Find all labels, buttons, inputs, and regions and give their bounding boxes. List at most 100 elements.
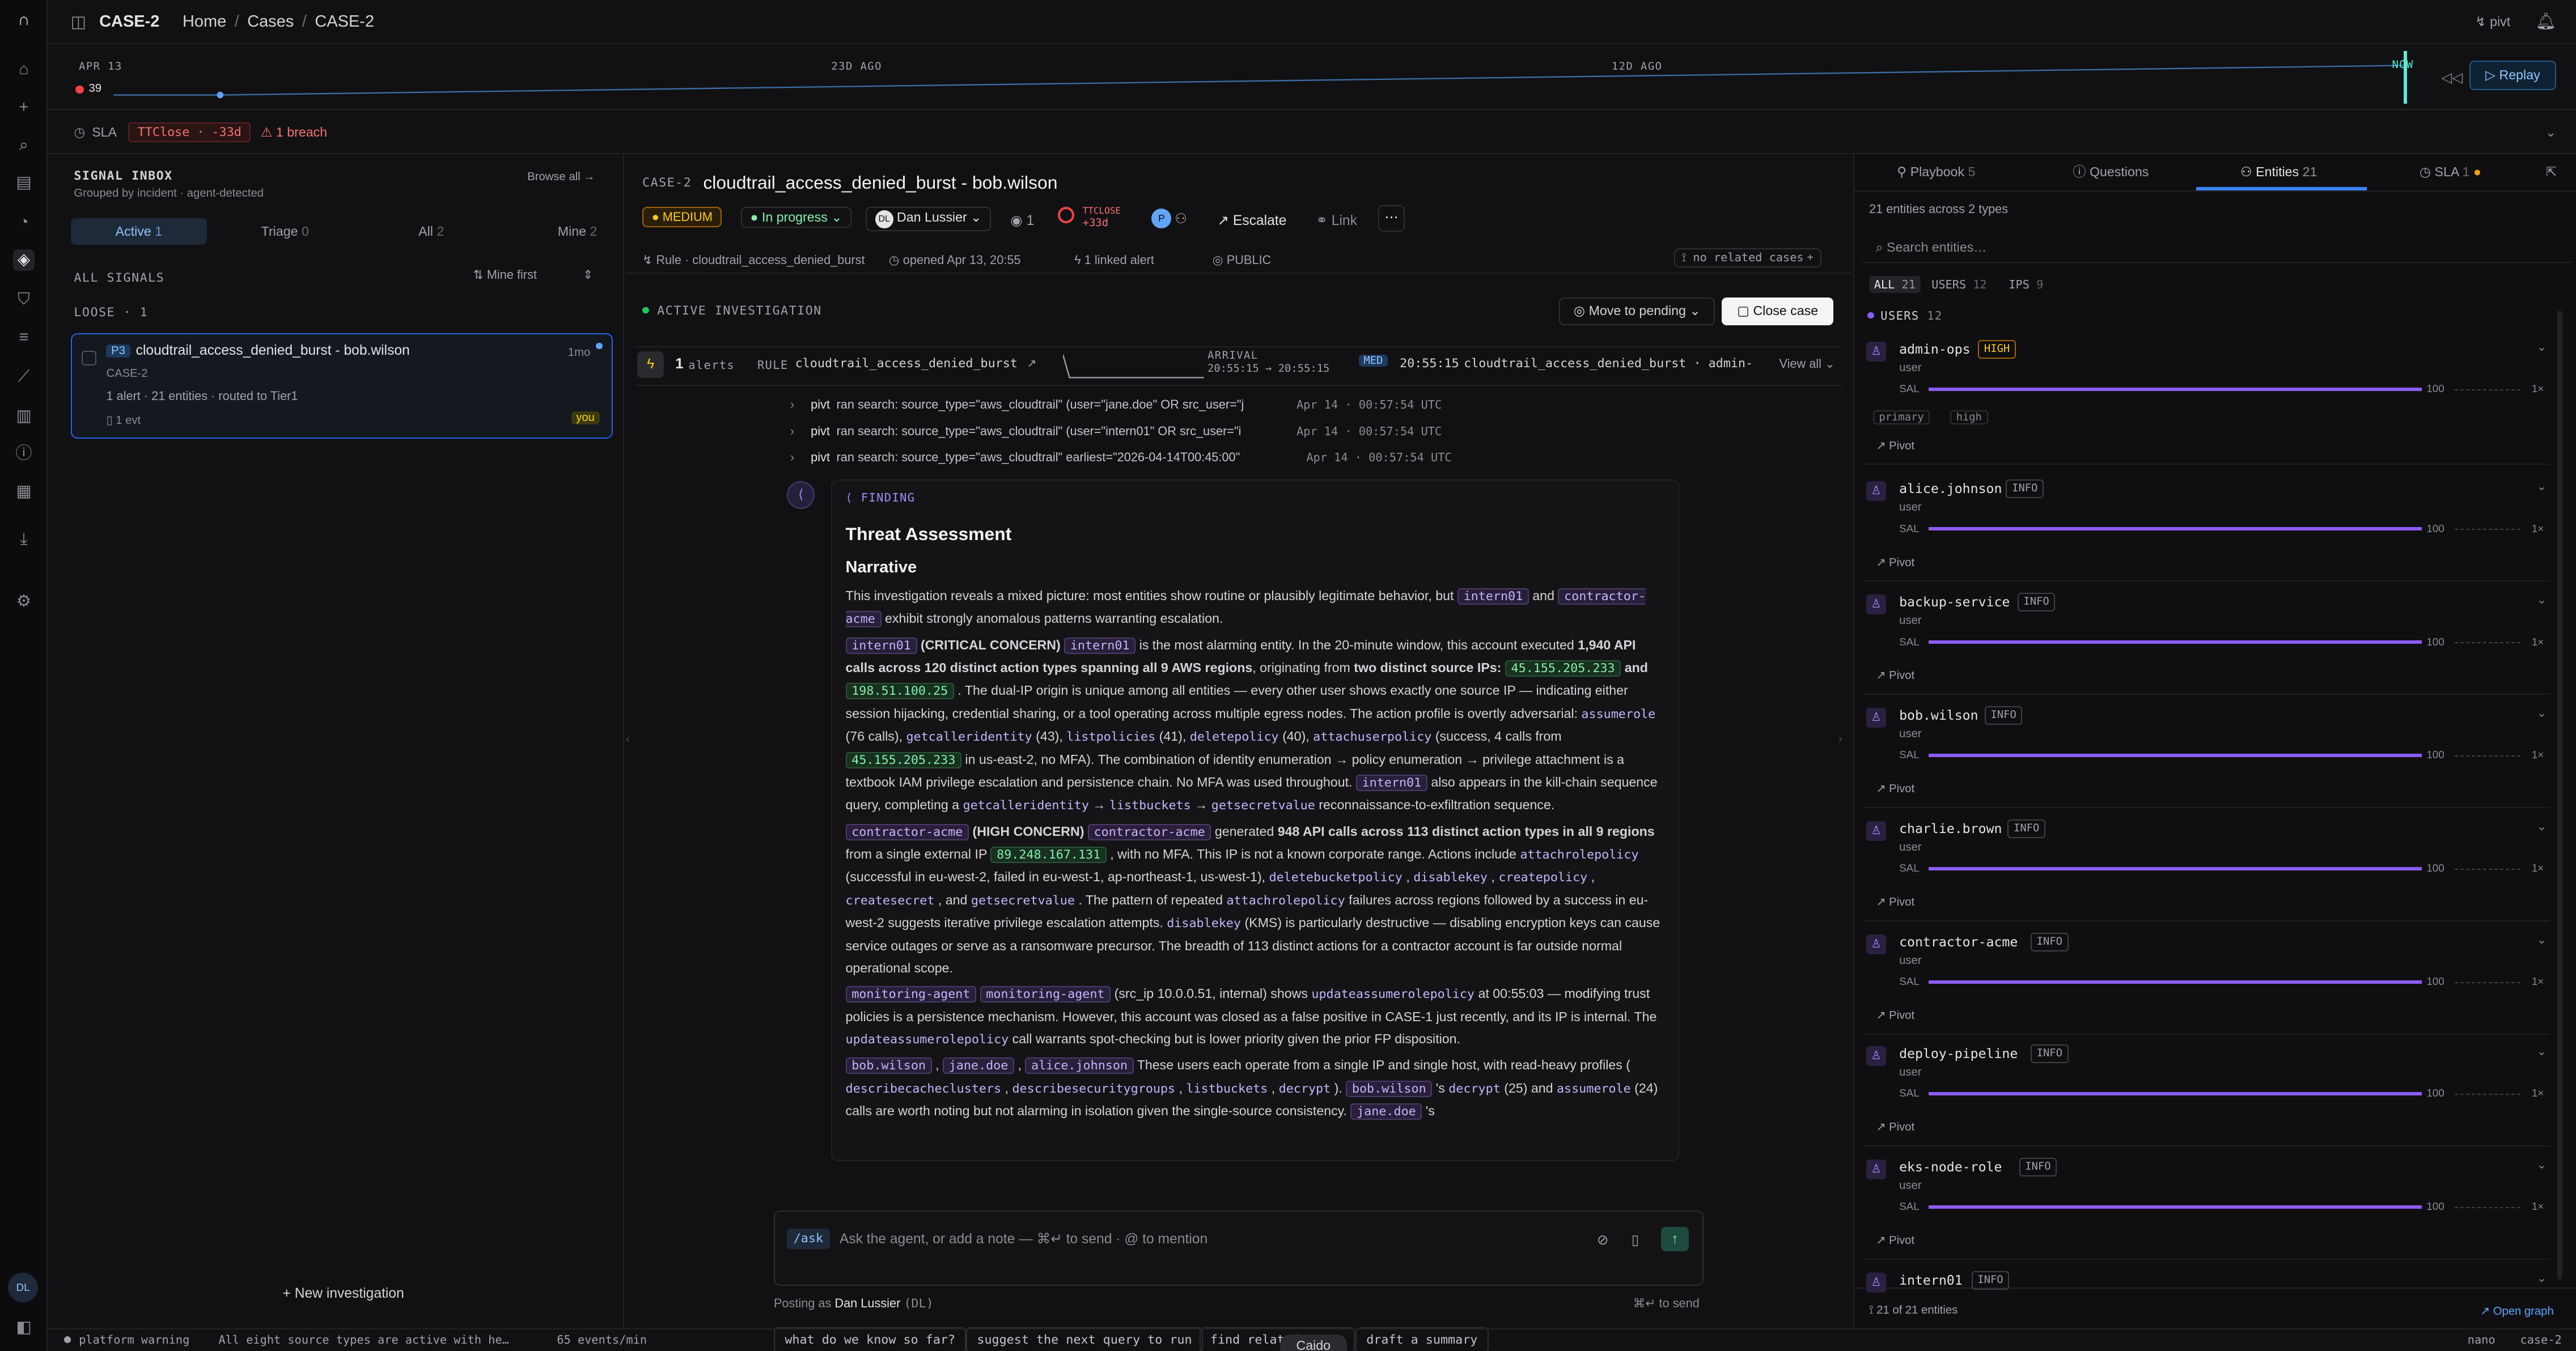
chevron-down-icon[interactable]: ⌄ [2537, 1271, 2547, 1285]
log-row[interactable]: › pivt ran search: source_type="aws_cloudt… [790, 450, 1809, 476]
tab-all[interactable]: All 2 [363, 218, 499, 244]
pivot-button[interactable]: ↗ Pivot [1876, 439, 1915, 453]
tab-mine[interactable]: Mine 2 [509, 218, 646, 244]
tab-triage[interactable]: Triage 0 [217, 218, 354, 244]
rewind-icon[interactable]: ◁◁ [2441, 69, 2463, 86]
notification-bell-icon[interactable]: 🔔︎ [2536, 12, 2557, 31]
bell-icon[interactable]: ◔ [13, 212, 35, 233]
watchers-icon[interactable]: ⚇ [1175, 210, 1187, 227]
pivot-button[interactable]: ↗ Pivot [1876, 1120, 1915, 1134]
bar-chart-icon[interactable]: ▥ [13, 406, 35, 427]
pivot-button[interactable]: ↗ Pivot [1876, 555, 1915, 570]
composer[interactable] [773, 1210, 1704, 1286]
home-icon[interactable]: ⌂ [13, 59, 35, 80]
composer-input[interactable]: Ask the agent, or add a note — ⌘↵ to sen… [840, 1230, 1208, 1247]
view-all-button[interactable]: View all ⌄ [1780, 356, 1836, 371]
pivot-button[interactable]: ↗ Pivot [1876, 1008, 1915, 1022]
settings-icon[interactable]: ⚙ [13, 591, 35, 613]
entity-row[interactable]: ♙ intern01 INFO ⌄ [1863, 1264, 2549, 1294]
tab-entities[interactable]: ⚇ Entities 21 [2240, 154, 2317, 190]
user-menu[interactable]: ↯ pivt [2475, 14, 2510, 29]
external-link-icon[interactable]: ↗ [1027, 356, 1036, 371]
entity-search-input[interactable]: ⌕ Search entities… [1876, 240, 1987, 255]
chevron-down-icon[interactable]: ⌄ [2537, 340, 2547, 354]
scrollbar[interactable] [2557, 310, 2562, 1280]
new-investigation-button[interactable]: + New investigation [62, 1286, 624, 1302]
platform-warning[interactable]: platform warning [79, 1333, 189, 1346]
chevron-down-icon[interactable]: ⌄ [2537, 479, 2547, 494]
ask-mode-button[interactable]: /ask [787, 1228, 830, 1250]
severity-badge[interactable]: ● MEDIUM [642, 207, 722, 227]
pivot-button[interactable]: ↗ Pivot [1876, 1233, 1915, 1247]
chevron-down-icon[interactable]: ⌄ [2545, 125, 2556, 140]
list-icon[interactable]: ≡ [13, 327, 35, 349]
breadcrumb-cases[interactable]: Cases [247, 12, 294, 31]
grid-icon[interactable]: ▦ [13, 481, 35, 503]
breadcrumb-home[interactable]: Home [183, 12, 226, 31]
link-button[interactable]: ⚭ Link [1316, 212, 1357, 229]
assignee-select[interactable]: DL Dan Lussier ⌄ [866, 207, 992, 231]
related-cases-button[interactable]: ⟟ no related cases + [1674, 248, 1821, 268]
linked-alert-label[interactable]: ϟ 1 linked alert [1074, 253, 1154, 267]
timeline[interactable]: APR 13 39 23D AGO 12D AGO NOW ◁◁ ▷ Repla… [48, 44, 2576, 111]
replay-button[interactable]: ▷ Replay [2469, 61, 2557, 91]
close-case-button[interactable]: ▢ Close case [1722, 297, 1834, 325]
plus-icon[interactable]: + [13, 97, 35, 118]
signal-card[interactable]: P3 cloudtrail_access_denied_burst - bob.… [70, 333, 613, 439]
open-graph-link[interactable]: ↗ Open graph [2480, 1304, 2554, 1318]
tab-playbook[interactable]: ⚲ Playbook 5 [1897, 154, 1975, 190]
collapse-icon[interactable]: ◧ [13, 1317, 35, 1339]
tab-sla[interactable]: ◷ SLA 1 ● [2420, 154, 2481, 190]
rule-label[interactable]: ↯ Rule · cloudtrail_access_denied_burst [642, 253, 865, 267]
browse-all-link[interactable]: Browse all → [527, 171, 595, 184]
chevron-down-icon[interactable]: ⌄ [2537, 1158, 2547, 1172]
tab-questions[interactable]: ⓘ Questions [2073, 154, 2149, 190]
chevron-down-icon[interactable]: ⌄ [2537, 1044, 2547, 1059]
more-menu-icon[interactable]: ⋯ [1378, 205, 1405, 232]
move-to-pending-button[interactable]: ◎ Move to pending ⌄ [1559, 297, 1715, 325]
entity-row[interactable]: ♙ backup-service INFO ⌄ user SAL 100 1× … [1863, 587, 2550, 695]
tab-active[interactable]: Active 1 [70, 218, 207, 245]
cases-icon[interactable]: ◈ [13, 249, 35, 271]
entity-row[interactable]: ♙ alice.johnson INFO ⌄ user SAL 100 1× ↗… [1863, 473, 2550, 581]
alert-text[interactable]: cloudtrail_access_denied_burst · admin-… [1464, 356, 1753, 371]
log-row[interactable]: › pivt ran search: source_type="aws_cloudt… [790, 397, 1809, 423]
center-app-label[interactable]: Caido [1279, 1335, 1348, 1351]
filter-users[interactable]: USERS 12 [1931, 278, 1987, 291]
collapse-left-handle[interactable]: ‹ [626, 733, 630, 746]
chart-line-icon[interactable]: ⟋ [13, 366, 35, 388]
escalate-button[interactable]: ↗ Escalate [1217, 212, 1286, 229]
entity-row[interactable]: ♙ admin-ops HIGH ⌄ user SAL 100 1× prima… [1863, 333, 2550, 465]
sla-pill[interactable]: TTClose · -33d [128, 122, 251, 143]
popout-icon[interactable]: ⇱ [2546, 154, 2557, 190]
signal-checkbox[interactable] [81, 351, 97, 366]
inbox-icon[interactable]: ▤ [13, 172, 35, 194]
status-select[interactable]: ● In progress ⌄ [740, 207, 852, 228]
search-icon[interactable]: ⌕ [13, 135, 35, 156]
info-icon[interactable]: ⓘ [13, 443, 35, 465]
rule-name[interactable]: cloudtrail_access_denied_burst [795, 356, 1018, 371]
log-row[interactable]: › pivt ran search: source_type="aws_cloudt… [790, 424, 1809, 450]
visibility-label[interactable]: ◎ PUBLIC [1213, 253, 1271, 267]
chevron-down-icon[interactable]: ⌄ [2537, 819, 2547, 834]
sort-select[interactable]: ⇅ Mine first ⇕ [473, 267, 594, 282]
document-icon[interactable]: ▯ [1632, 1231, 1639, 1248]
entity-row[interactable]: ♙ contractor-acme INFO ⌄ user SAL 100 1×… [1863, 926, 2550, 1035]
entity-row[interactable]: ♙ charlie.brown INFO ⌄ user SAL 100 1× ↗… [1863, 813, 2550, 921]
attach-icon[interactable]: ⊘ [1597, 1231, 1609, 1248]
send-button[interactable]: ↑ [1660, 1226, 1689, 1252]
chevron-down-icon[interactable]: ⌄ [2537, 933, 2547, 947]
entity-row[interactable]: ♙ eks-node-role INFO ⌄ user SAL 100 1× ↗… [1863, 1151, 2550, 1260]
watcher-avatar[interactable]: P [1151, 209, 1172, 228]
chevron-down-icon[interactable]: ⌄ [2537, 706, 2547, 720]
pivot-button[interactable]: ↗ Pivot [1876, 668, 1915, 682]
filter-ips[interactable]: IPS 9 [2009, 278, 2043, 291]
sidebar-toggle-icon[interactable]: ◫ [71, 12, 86, 32]
pivot-button[interactable]: ↗ Pivot [1876, 895, 1915, 909]
download-icon[interactable]: ⤓ [13, 529, 35, 550]
views-count[interactable]: ◉ 1 [1010, 212, 1034, 229]
entity-row[interactable]: ♙ deploy-pipeline INFO ⌄ user SAL 100 1×… [1863, 1038, 2550, 1146]
avatar[interactable]: DL [8, 1272, 38, 1303]
chevron-down-icon[interactable]: ⌄ [2537, 593, 2547, 607]
entity-row[interactable]: ♙ bob.wilson INFO ⌄ user SAL 100 1× ↗ Pi… [1863, 700, 2550, 808]
